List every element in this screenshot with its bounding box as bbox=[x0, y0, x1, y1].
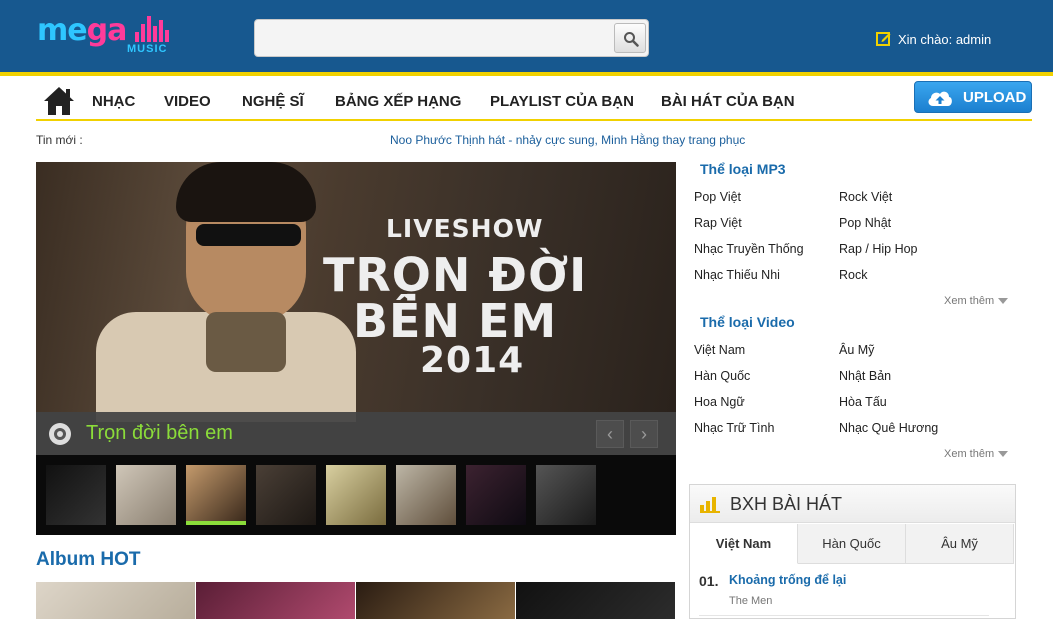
mp3-genre-link[interactable]: Nhạc Truyền Thống bbox=[694, 242, 804, 256]
caret-down-icon bbox=[998, 451, 1009, 458]
slide-caption[interactable]: Trọn đời bên em bbox=[86, 422, 233, 445]
chart-song-title[interactable]: Khoảng trống để lại bbox=[729, 573, 846, 587]
slide-thumbnails bbox=[36, 455, 676, 535]
edit-icon bbox=[876, 32, 891, 46]
search-icon bbox=[624, 32, 639, 47]
upload-button[interactable]: UPLOAD bbox=[914, 81, 1032, 113]
slide-thumbnail[interactable] bbox=[326, 465, 386, 525]
news-ticker-label: Tin mới : bbox=[36, 133, 83, 147]
video-genre-link[interactable]: Hoa Ngữ bbox=[694, 395, 745, 409]
nav-item-your-playlists[interactable]: PLAYLIST CỦA BẠN bbox=[490, 93, 634, 110]
mega-music-logo[interactable]: mega MUSIC bbox=[37, 14, 172, 56]
search-button[interactable] bbox=[614, 23, 646, 53]
album-tile[interactable] bbox=[356, 582, 515, 619]
mp3-genre-link[interactable]: Rock Việt bbox=[839, 190, 892, 204]
tab-vietnam[interactable]: Việt Nam bbox=[690, 524, 798, 564]
banner-text-liveshow: LIVESHOW bbox=[386, 214, 544, 243]
slide-thumbnail[interactable] bbox=[396, 465, 456, 525]
disc-icon bbox=[49, 423, 71, 445]
album-tile[interactable] bbox=[36, 582, 195, 619]
video-genre-link[interactable]: Nhạc Quê Hương bbox=[839, 421, 938, 435]
featured-banner-image[interactable]: LIVESHOW TRỌN ĐỜI BÊN EM 2014 bbox=[36, 162, 676, 422]
album-hot-heading[interactable]: Album HOT bbox=[36, 549, 141, 571]
slide-next-button[interactable]: › bbox=[630, 420, 658, 448]
nav-item-artists[interactable]: NGHỆ SĨ bbox=[242, 93, 304, 110]
album-tile[interactable] bbox=[196, 582, 355, 619]
video-genre-link[interactable]: Hàn Quốc bbox=[694, 369, 750, 383]
mp3-genre-link[interactable]: Pop Nhật bbox=[839, 216, 891, 230]
mp3-genre-link[interactable]: Rap Việt bbox=[694, 216, 742, 230]
slide-caption-bar: Trọn đời bên em ‹ › bbox=[36, 412, 676, 455]
video-genre-link[interactable]: Âu Mỹ bbox=[839, 343, 874, 357]
slide-thumbnail[interactable] bbox=[466, 465, 526, 525]
song-chart-title: BXH BÀI HÁT bbox=[730, 494, 843, 514]
chart-song-artist[interactable]: The Men bbox=[729, 595, 772, 607]
slide-thumbnail[interactable] bbox=[116, 465, 176, 525]
featured-slider: LIVESHOW TRỌN ĐỜI BÊN EM 2014 Trọn đời b… bbox=[36, 162, 676, 535]
song-chart-header: BXH BÀI HÁT bbox=[690, 485, 1015, 523]
mp3-genre-link[interactable]: Rap / Hip Hop bbox=[839, 242, 918, 256]
video-genres-heading[interactable]: Thể loại Video bbox=[700, 314, 795, 330]
mp3-genres-heading[interactable]: Thể loại MP3 bbox=[700, 161, 786, 177]
main-nav: NHẠC VIDEO NGHỆ SĨ BẢNG XẾP HẠNG PLAYLIS… bbox=[36, 80, 1032, 121]
slide-thumbnail[interactable] bbox=[536, 465, 596, 525]
banner-text-year: 2014 bbox=[420, 340, 525, 381]
site-header: mega MUSIC Xin chào: admin bbox=[0, 0, 1053, 76]
song-chart-panel: BXH BÀI HÁT Việt Nam Hàn Quốc Âu Mỹ 01. … bbox=[689, 484, 1016, 619]
video-see-more-link[interactable]: Xem thêm bbox=[944, 448, 1009, 460]
nav-item-charts[interactable]: BẢNG XẾP HẠNG bbox=[335, 93, 461, 110]
album-tile[interactable] bbox=[516, 582, 675, 619]
bar-chart-icon bbox=[700, 497, 720, 513]
album-hot-list bbox=[36, 582, 676, 619]
tab-us-uk[interactable]: Âu Mỹ bbox=[906, 524, 1014, 564]
upload-label: UPLOAD bbox=[963, 89, 1027, 106]
nav-item-your-songs[interactable]: BÀI HÁT CỦA BẠN bbox=[661, 93, 795, 110]
news-ticker-link[interactable]: Noo Phước Thịnh hát - nhảy cực sung, Min… bbox=[390, 133, 745, 147]
logo-equalizer-bars bbox=[135, 16, 173, 42]
mp3-genre-link[interactable]: Pop Việt bbox=[694, 190, 741, 204]
slide-thumbnail[interactable] bbox=[186, 465, 246, 525]
search-input[interactable] bbox=[261, 24, 611, 52]
mp3-see-more-link[interactable]: Xem thêm bbox=[944, 295, 1009, 307]
row-divider bbox=[699, 615, 989, 616]
chart-rank-number: 01. bbox=[699, 573, 719, 589]
search-box bbox=[254, 19, 649, 57]
caret-down-icon bbox=[998, 298, 1009, 305]
video-genre-link[interactable]: Việt Nam bbox=[694, 343, 745, 357]
slide-prev-button[interactable]: ‹ bbox=[596, 420, 624, 448]
greeting-text: Xin chào: admin bbox=[898, 32, 992, 47]
mp3-genre-link[interactable]: Rock bbox=[839, 268, 867, 282]
cloud-upload-icon bbox=[928, 91, 952, 106]
tab-korea[interactable]: Hàn Quốc bbox=[798, 524, 906, 564]
logo-subtitle: MUSIC bbox=[127, 43, 168, 55]
nav-item-music[interactable]: NHẠC bbox=[92, 93, 135, 110]
slide-thumbnail[interactable] bbox=[256, 465, 316, 525]
video-genre-link[interactable]: Nhật Bản bbox=[839, 369, 891, 383]
logo-wordmark: mega bbox=[37, 13, 127, 48]
video-genre-link[interactable]: Nhạc Trữ Tình bbox=[694, 421, 774, 435]
slide-thumbnail[interactable] bbox=[46, 465, 106, 525]
video-genre-link[interactable]: Hòa Tấu bbox=[839, 395, 887, 409]
mp3-genre-link[interactable]: Nhạc Thiếu Nhi bbox=[694, 268, 780, 282]
nav-item-video[interactable]: VIDEO bbox=[164, 93, 211, 110]
home-icon[interactable] bbox=[42, 85, 76, 117]
